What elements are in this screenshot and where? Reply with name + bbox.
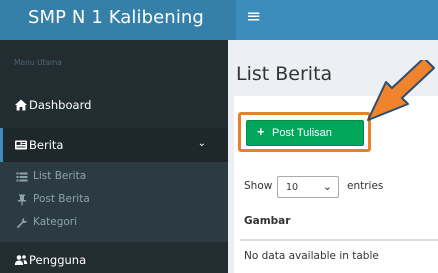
pin-icon	[18, 194, 26, 206]
sidebar-subitem-label: Post Berita	[33, 193, 90, 205]
table-header-gambar[interactable]: Gambar	[244, 215, 438, 237]
sidebar-header-label: Menu Utama	[14, 58, 62, 67]
home-icon	[15, 99, 27, 111]
page-length-value: 10	[286, 182, 299, 193]
brand-header[interactable]: SMP N 1 Kalibening	[0, 0, 236, 40]
top-navbar: ≡	[236, 0, 438, 40]
sidebar-item-pengguna[interactable]: Pengguna	[0, 245, 228, 273]
sidebar-subitem-list-berita[interactable]: List Berita	[0, 166, 228, 190]
post-tulisan-label: Post Tulisan	[272, 127, 332, 139]
wrench-icon	[16, 217, 28, 229]
sidebar-item-label: Berita	[29, 138, 64, 152]
newspaper-icon	[15, 140, 27, 150]
show-label: Show	[244, 180, 273, 192]
sidebar-item-label: Dashboard	[29, 98, 92, 112]
sidebar-item-label: Pengguna	[29, 253, 87, 267]
hamburger-icon[interactable]: ≡	[246, 8, 261, 26]
brand-title[interactable]: SMP N 1 Kalibening	[28, 7, 204, 28]
list-icon	[16, 172, 28, 182]
sidebar-subitem-kategori[interactable]: Kategori	[0, 212, 228, 236]
page-title: List Berita	[236, 63, 333, 85]
plus-icon: +	[257, 124, 265, 139]
table-empty-message: No data available in table	[244, 250, 379, 262]
entries-label: entries	[347, 180, 384, 192]
sidebar-subitem-label: List Berita	[33, 170, 87, 182]
table-header-divider	[240, 239, 438, 241]
sidebar-subitem-post-berita[interactable]: Post Berita	[0, 189, 228, 213]
users-icon	[14, 255, 28, 265]
sidebar: Menu Utama Dashboard Berita ⌄ List Berit…	[0, 40, 228, 273]
sidebar-subitem-label: Kategori	[33, 216, 78, 228]
chevron-down-icon: ⌄	[197, 138, 206, 149]
berita-submenu: List Berita Post Berita Kategori	[0, 162, 228, 242]
post-tulisan-button[interactable]: + Post Tulisan	[246, 120, 364, 146]
chevron-down-icon: ⌄	[322, 180, 332, 193]
sidebar-item-dashboard[interactable]: Dashboard	[0, 90, 228, 120]
sidebar-item-berita[interactable]: Berita ⌄	[0, 128, 228, 162]
annotation-arrow-icon	[367, 60, 435, 121]
page-length-select[interactable]: 10 ⌄	[277, 176, 339, 198]
